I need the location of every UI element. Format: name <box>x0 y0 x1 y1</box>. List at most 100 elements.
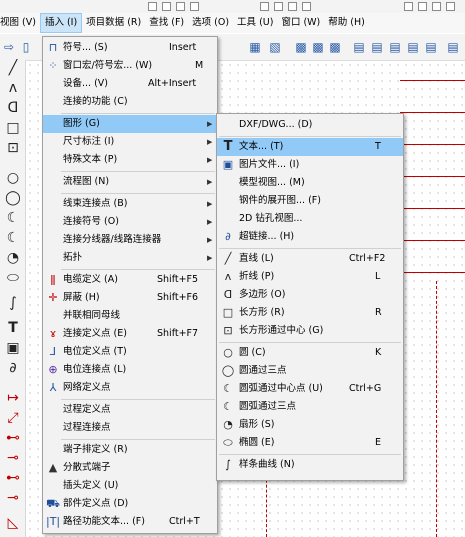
rectangle-center-icon[interactable]: ⊡ <box>5 140 21 156</box>
menu-item-2d-drilling-view[interactable]: 2D 钻孔视图... <box>217 210 403 228</box>
graphic-icon[interactable]: ▩ <box>311 40 325 54</box>
menu-item-shield[interactable]: ✛ 屏蔽 (H) Shift+F6 <box>43 289 217 307</box>
menu-item-topology[interactable]: 拓扑 ▶ <box>43 249 217 267</box>
menu-insert[interactable]: 插入 (I) <box>39 13 83 33</box>
menu-item-splitter[interactable]: 连接分线器/线路连接器 ▶ <box>43 231 217 249</box>
hyperlink-icon[interactable]: ∂ <box>5 360 21 376</box>
menu-project-data[interactable]: 项目数据 (R) <box>82 13 145 33</box>
dimension-icon[interactable]: ⊸ <box>5 490 21 506</box>
menu-item-flowchart[interactable]: 流程图 (N) ▶ <box>43 173 217 191</box>
dimension-icon[interactable]: ⊷ <box>5 470 21 486</box>
menu-item-circle[interactable]: ○ 圆 (C) K <box>217 344 403 362</box>
menu-item-part-definition[interactable]: ⛟ 部件定义点 (D) <box>43 495 217 513</box>
toolbar-icon[interactable] <box>432 2 441 11</box>
menu-item-window-macro[interactable]: ⁘ 窗口宏/符号宏... (W) M <box>43 57 217 75</box>
dimension-icon[interactable]: ⤢ <box>5 410 21 426</box>
polyline-icon[interactable]: ʌ <box>5 80 21 96</box>
menu-item-potential-connection[interactable]: ⊕ 电位连接点 (L) <box>43 361 217 379</box>
menu-item-dimension[interactable]: 尺寸标注 (I) ▶ <box>43 133 217 151</box>
menu-item-path-function-text[interactable]: |T| 路径功能文本... (F) Ctrl+T <box>43 513 217 531</box>
menu-find[interactable]: 查找 (F) <box>145 13 188 33</box>
dimension-icon[interactable]: ⊸ <box>5 450 21 466</box>
toolbar-icon[interactable] <box>162 2 171 11</box>
menu-item-cable-definition[interactable]: ǁ 电缆定义 (A) Shift+F5 <box>43 271 217 289</box>
spline-icon[interactable]: ∫ <box>5 295 21 311</box>
toolbar-icon[interactable] <box>148 2 157 11</box>
graphic-icon[interactable]: ▧ <box>268 40 282 54</box>
sector-icon[interactable]: ◔ <box>5 250 21 266</box>
toolbar-icon[interactable] <box>176 2 185 11</box>
graphic-icon[interactable]: ▦ <box>248 40 262 54</box>
menu-window[interactable]: 窗口 (W) <box>277 13 324 33</box>
menu-tools[interactable]: 工具 (U) <box>233 13 277 33</box>
menu-item-dxf-dwg[interactable]: DXF/DWG... (D) <box>217 116 403 134</box>
menu-item-sheet-metal-unfold[interactable]: 钢件的展开图... (F) <box>217 192 403 210</box>
arc-three-points-icon[interactable]: ☾ <box>5 230 21 246</box>
line-icon[interactable]: ╱ <box>5 60 21 76</box>
menu-item-connected-function[interactable]: 连接的功能 (C) <box>43 93 217 111</box>
menu-item-text[interactable]: T 文本... (T) T <box>217 138 403 156</box>
menu-item-symbol[interactable]: ⊓ 符号... (S) Insert <box>43 39 217 57</box>
menu-item-arc-three-points[interactable]: ☾ 圆弧通过三点 <box>217 398 403 416</box>
text-icon[interactable]: T <box>5 320 21 336</box>
rectangle-icon[interactable]: □ <box>5 120 21 136</box>
menu-item-rectangle[interactable]: □ 长方形 (R) R <box>217 304 403 322</box>
menu-item-process-definition[interactable]: 过程定义点 <box>43 401 217 419</box>
menu-item-graphics[interactable]: 图形 (G) ▶ <box>43 115 217 133</box>
circle-icon[interactable]: ○ <box>5 170 21 186</box>
arrow-icon[interactable]: ⇨ <box>2 40 16 54</box>
dimension-icon[interactable]: ◺ <box>5 515 21 531</box>
menu-item-process-connection[interactable]: 过程连接点 <box>43 419 217 437</box>
menu-item-device[interactable]: 设备... (V) Alt+Insert <box>43 75 217 93</box>
menu-item-network-definition[interactable]: ⅄ 网络定义点 <box>43 379 217 397</box>
menu-item-parallel-bus[interactable]: 并联相同母线 <box>43 307 217 325</box>
menu-item-harness-point[interactable]: 线束连接点 (B) ▶ <box>43 195 217 213</box>
polygon-icon[interactable]: ᗡ <box>5 100 21 116</box>
menu-item-distributed-terminal[interactable]: ▲ 分散式端子 <box>43 459 217 477</box>
terminal-icon[interactable]: ▤ <box>424 40 438 54</box>
menu-item-hyperlink[interactable]: ∂ 超链接... (H) <box>217 228 403 246</box>
menu-item-terminal-strip[interactable]: 端子排定义 (R) <box>43 441 217 459</box>
menu-item-sector[interactable]: ◔ 扇形 (S) <box>217 416 403 434</box>
menu-item-connection-symbol[interactable]: 连接符号 (O) ▶ <box>43 213 217 231</box>
toolbar-icon[interactable] <box>418 2 427 11</box>
menu-item-model-view[interactable]: 模型视图... (M) <box>217 174 403 192</box>
menu-item-image-file[interactable]: ▣ 图片文件... (I) <box>217 156 403 174</box>
toolbar-icon[interactable] <box>302 2 311 11</box>
menu-item-plug-definition[interactable]: 插头定义 (U) <box>43 477 217 495</box>
menu-item-rectangle-center[interactable]: ⊡ 长方形通过中心 (G) <box>217 322 403 340</box>
menu-item-circle-three-points[interactable]: ◯ 圆通过三点 <box>217 362 403 380</box>
menu-item-line[interactable]: ╱ 直线 (L) Ctrl+F2 <box>217 250 403 268</box>
circle-three-points-icon[interactable]: ◯ <box>5 190 21 206</box>
terminal-icon[interactable]: ▤ <box>406 40 420 54</box>
terminal-icon[interactable]: ▤ <box>352 40 366 54</box>
menu-item-ellipse[interactable]: ⬭ 椭圆 (E) E <box>217 434 403 452</box>
menu-help[interactable]: 帮助 (H) <box>324 13 369 33</box>
toolbar-icon[interactable] <box>446 2 455 11</box>
image-icon[interactable]: ▣ <box>5 340 21 356</box>
toolbar-icon[interactable] <box>288 2 297 11</box>
dimension-icon[interactable]: ↦ <box>5 390 21 406</box>
menu-item-polygon[interactable]: ᗡ 多边形 (O) <box>217 286 403 304</box>
menu-item-connection-point[interactable]: ɤ 连接定义点 (E) Shift+F7 <box>43 325 217 343</box>
page-icon[interactable]: ▯ <box>19 40 33 54</box>
toolbar-icon[interactable] <box>404 2 413 11</box>
arc-icon[interactable]: ☾ <box>5 210 21 226</box>
menu-item-arc-center[interactable]: ☾ 圆弧通过中心点 (U) Ctrl+G <box>217 380 403 398</box>
graphic-icon[interactable]: ▩ <box>294 40 308 54</box>
menu-options[interactable]: 选项 (O) <box>188 13 233 33</box>
menu-item-potential-definition[interactable]: ⅃ 电位定义点 (T) <box>43 343 217 361</box>
graphic-icon[interactable]: ▩ <box>328 40 342 54</box>
toolbar-icon[interactable] <box>190 2 199 11</box>
menu-item-polyline[interactable]: ʌ 折线 (P) L <box>217 268 403 286</box>
terminal-icon[interactable]: ▤ <box>388 40 402 54</box>
menu-view[interactable]: 视图 (V) <box>0 13 40 33</box>
menu-item-spline[interactable]: ∫ 样条曲线 (N) <box>217 456 403 474</box>
toolbar-icon[interactable] <box>274 2 283 11</box>
terminal-icon[interactable]: ▤ <box>370 40 384 54</box>
dimension-icon[interactable]: ⊷ <box>5 430 21 446</box>
toolbar-icon[interactable] <box>260 2 269 11</box>
ellipse-icon[interactable]: ⬭ <box>5 270 21 286</box>
terminal-icon[interactable]: ▤ <box>446 40 460 54</box>
menu-item-special-text[interactable]: 特殊文本 (P) ▶ <box>43 151 217 169</box>
